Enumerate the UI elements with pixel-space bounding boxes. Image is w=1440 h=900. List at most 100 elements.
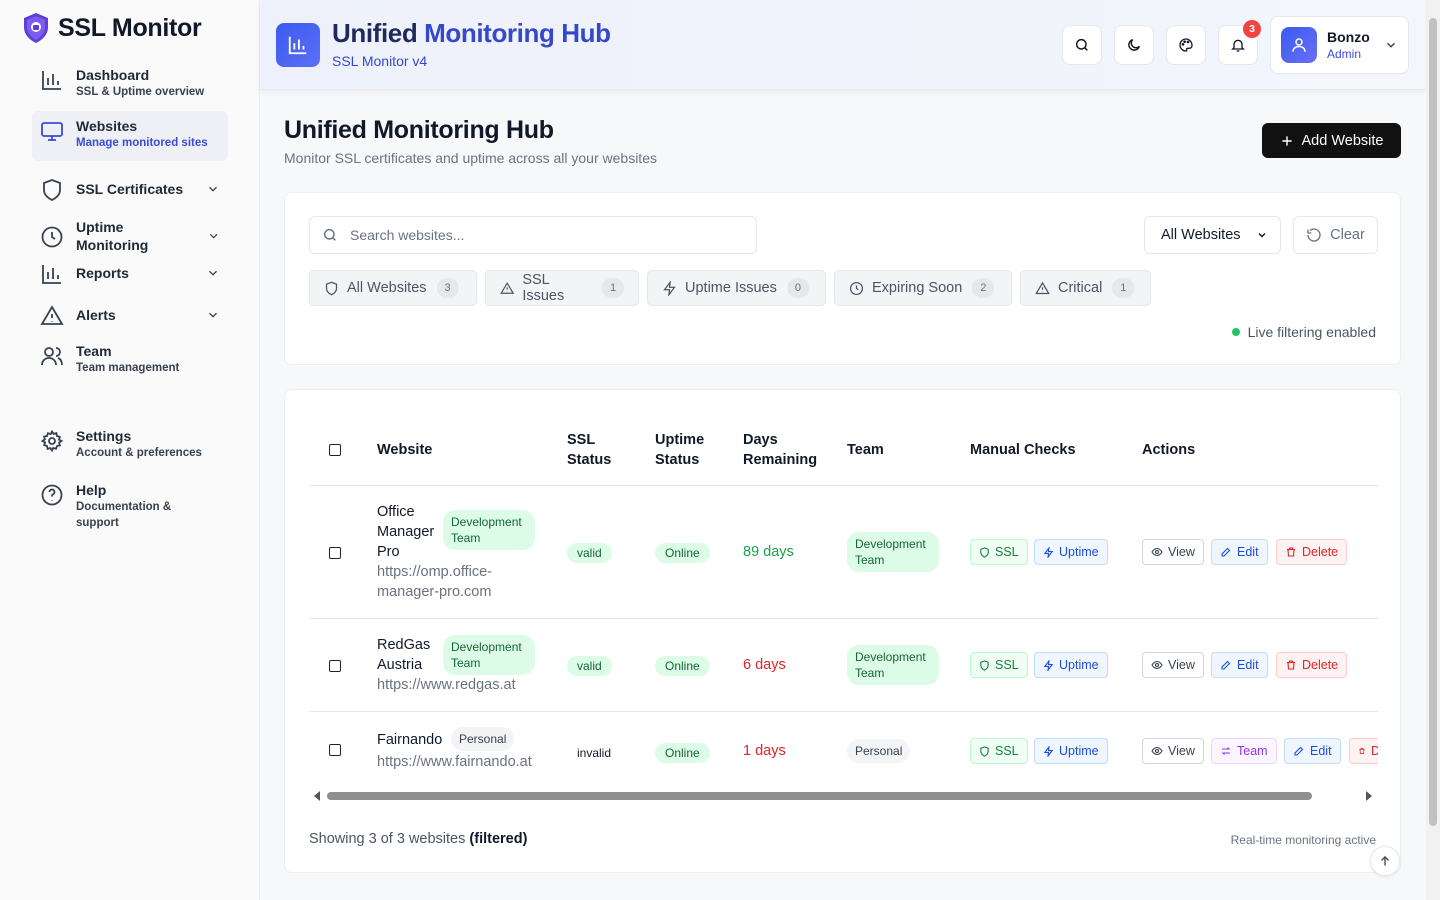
delete-label: D <box>1370 744 1378 758</box>
sidebar-item-uptime-monitoring[interactable]: Uptime Monitoring <box>32 212 228 260</box>
website-url[interactable]: https://www.fairnando.at <box>377 752 532 772</box>
search-icon <box>323 228 336 241</box>
search-input[interactable] <box>350 227 730 243</box>
shield-icon <box>43 179 61 202</box>
delete-button[interactable]: D <box>1349 738 1378 764</box>
col-uptime-status: Uptime Status <box>655 430 704 470</box>
sidebar-item-alerts[interactable]: Alerts <box>32 296 228 334</box>
delete-button[interactable]: Delete <box>1276 652 1348 678</box>
website-url[interactable]: https://www.redgas.at <box>377 675 547 695</box>
header-subtitle: SSL Monitor v4 <box>332 53 428 69</box>
shield-icon <box>325 281 338 295</box>
website-url[interactable]: https://omp.office-manager-pro.com <box>377 562 537 602</box>
uptime-check-button[interactable]: Uptime <box>1034 738 1108 764</box>
chip-critical[interactable]: Critical 1 <box>1020 270 1151 306</box>
sidebar-item-sub: Account & preferences <box>76 447 202 459</box>
search-icon <box>1075 38 1088 51</box>
uptime-check-button[interactable]: Uptime <box>1034 652 1108 678</box>
days-remaining: 89 days <box>743 544 794 560</box>
edit-button[interactable]: Edit <box>1284 738 1341 764</box>
edit-label: Edit <box>1310 744 1332 758</box>
chip-expiring-soon[interactable]: Expiring Soon 2 <box>834 270 1012 306</box>
table-header: Website SSL Status Uptime Status Days Remai… <box>309 414 1378 486</box>
table-row: RedGas Austria Development Team https://ww… <box>309 619 1378 712</box>
chevron-down-icon <box>209 270 217 276</box>
warning-icon <box>40 305 64 325</box>
results-count: Showing 3 of 3 websites (filtered) <box>309 831 527 847</box>
horizontal-scrollbar[interactable] <box>309 788 1378 804</box>
uptime-check-button[interactable]: Uptime <box>1034 539 1108 565</box>
add-website-button[interactable]: Add Website <box>1262 123 1401 158</box>
row-checkbox[interactable] <box>329 660 341 672</box>
ssl-status-badge: valid <box>567 656 612 676</box>
days-remaining: 1 days <box>743 743 786 759</box>
table-row: Office Manager Pro Development Team https:/… <box>309 486 1378 619</box>
sidebar-item-dashboard[interactable]: Dashboard SSL & Uptime overview <box>32 60 228 106</box>
chip-uptime-issues[interactable]: Uptime Issues 0 <box>647 270 826 306</box>
ssl-check-button[interactable]: SSL <box>970 652 1028 678</box>
uptime-check-label: Uptime <box>1059 545 1099 559</box>
sidebar: SSL Monitor Dashboard SSL & Uptime overvi… <box>0 0 260 900</box>
ssl-check-button[interactable]: SSL <box>970 738 1028 764</box>
view-button[interactable]: View <box>1142 738 1204 764</box>
website-url-line: https://omp.office- <box>377 564 492 580</box>
sidebar-item-help[interactable]: Help Documentation & support <box>32 475 228 537</box>
user-menu[interactable]: Bonzo Admin <box>1270 16 1409 74</box>
chip-ssl-issues[interactable]: SSL Issues 1 <box>485 270 639 306</box>
website-name-line: RedGas <box>377 637 431 653</box>
lightning-icon <box>1043 745 1054 757</box>
brand[interactable]: SSL Monitor <box>22 12 202 44</box>
notifications-button[interactable]: 3 <box>1218 20 1261 65</box>
monitor-icon <box>41 122 63 141</box>
sidebar-item-websites[interactable]: Websites Manage monitored sites <box>32 111 228 161</box>
shield-icon <box>980 546 989 558</box>
realtime-status: Real-time monitoring active <box>1230 833 1376 847</box>
row-checkbox[interactable] <box>329 744 341 756</box>
delete-button[interactable]: Delete <box>1276 539 1348 565</box>
view-button[interactable]: View <box>1142 652 1204 678</box>
bar-chart-icon <box>42 71 61 90</box>
sidebar-item-settings[interactable]: Settings Account & preferences <box>32 421 228 467</box>
team-badge-line: Development <box>855 650 926 664</box>
website-name-line: Office <box>377 504 415 520</box>
search-box[interactable] <box>309 216 757 254</box>
sidebar-item-sub: SSL & Uptime overview <box>76 86 205 98</box>
clear-button[interactable]: Clear <box>1293 216 1378 254</box>
delete-label: Delete <box>1302 658 1339 672</box>
sidebar-item-label: Team <box>76 343 112 359</box>
view-button[interactable]: View <box>1142 539 1204 565</box>
brand-title: SSL Monitor <box>58 13 202 42</box>
team-tag: Development Team <box>443 510 535 550</box>
trash-icon <box>1287 660 1295 670</box>
edit-button[interactable]: Edit <box>1211 652 1268 678</box>
website-filter-select[interactable]: All Websites <box>1144 216 1281 254</box>
uptime-check-label: Uptime <box>1059 744 1099 758</box>
header-title-part: Monitoring Hub <box>424 18 611 48</box>
select-value: All Websites <box>1161 227 1241 243</box>
team-assign-button[interactable]: Team <box>1211 738 1277 764</box>
bell-icon <box>1231 39 1245 52</box>
page-scrollbar[interactable] <box>1426 0 1440 900</box>
scrollbar-thumb[interactable] <box>327 792 1312 800</box>
row-checkbox[interactable] <box>329 547 341 559</box>
sidebar-item-reports[interactable]: Reports <box>32 254 228 292</box>
sidebar-item-label: Uptime Monitoring <box>76 219 149 253</box>
sidebar-item-ssl-certificates[interactable]: SSL Certificates <box>32 170 228 208</box>
sidebar-item-label: Help <box>76 482 107 498</box>
website-name: Fairnando <box>377 732 443 748</box>
dark-mode-button[interactable] <box>1114 25 1154 65</box>
select-all-checkbox[interactable] <box>329 444 341 456</box>
website-name-line: Manager <box>377 524 435 540</box>
chip-all-websites[interactable]: All Websites 3 <box>309 270 477 306</box>
search-button[interactable] <box>1062 25 1102 65</box>
user-icon <box>1292 38 1306 52</box>
edit-button[interactable]: Edit <box>1211 539 1268 565</box>
col-days-remaining-2: Remaining <box>743 452 818 468</box>
ssl-check-label: SSL <box>995 744 1019 758</box>
theme-button[interactable] <box>1166 25 1206 65</box>
sidebar-item-team[interactable]: Team Team management <box>32 336 228 382</box>
page-scrollbar-thumb[interactable] <box>1429 18 1437 826</box>
scroll-to-top-button[interactable] <box>1370 846 1400 876</box>
ssl-check-button[interactable]: SSL <box>970 539 1028 565</box>
shield-logo-icon <box>22 12 50 44</box>
